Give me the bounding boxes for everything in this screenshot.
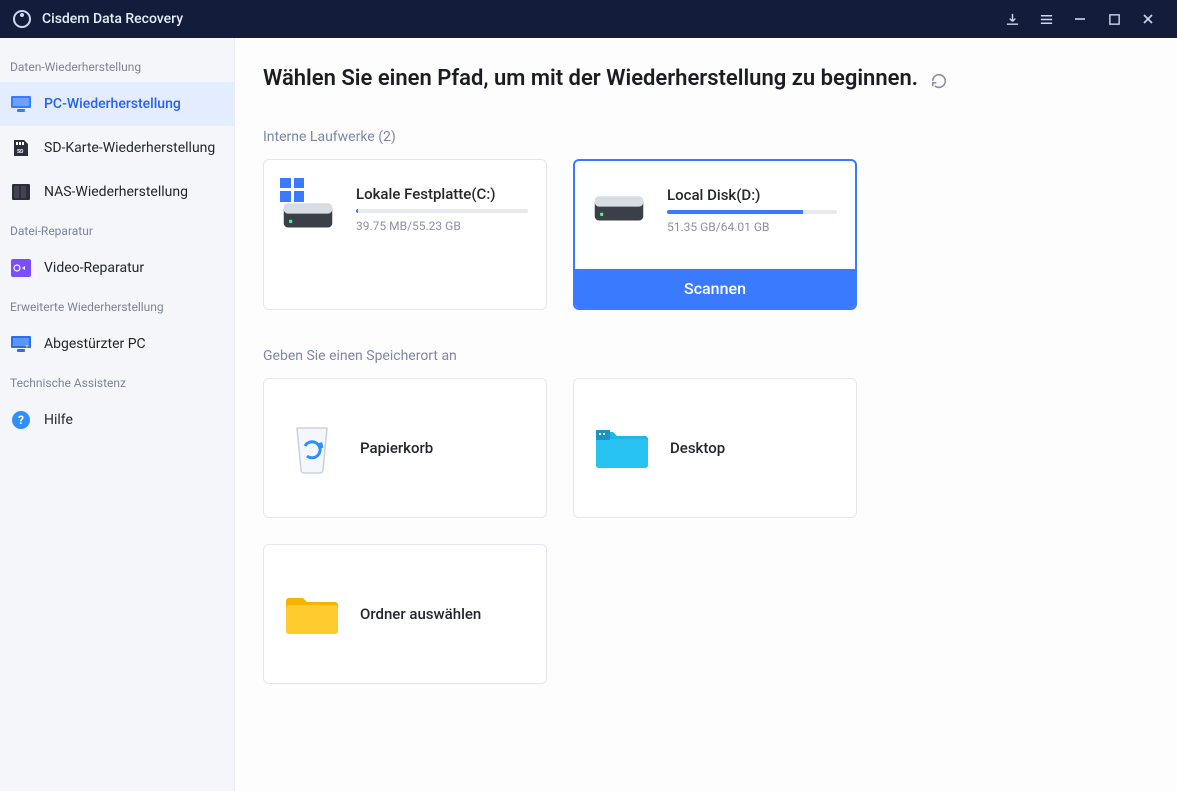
drive-icon (282, 182, 338, 237)
drive-card-c[interactable]: Lokale Festplatte(C:) 39.75 MB/55.23 GB (263, 159, 547, 310)
drive-usage-bar (667, 210, 837, 214)
drive-size-text: 39.75 MB/55.23 GB (356, 219, 528, 233)
maximize-button[interactable] (1097, 0, 1131, 38)
location-label: Ordner auswählen (360, 605, 481, 623)
folder-icon (284, 586, 340, 642)
refresh-icon[interactable] (930, 72, 948, 90)
video-repair-icon (10, 258, 32, 278)
drives-section-title: Interne Laufwerke (2) (263, 129, 1149, 145)
sidebar-item-nas-recovery[interactable]: NAS-Wiederherstellung (0, 170, 234, 214)
location-label: Desktop (670, 439, 725, 457)
menu-icon[interactable] (1029, 0, 1063, 38)
sidebar-item-help[interactable]: ? Hilfe (0, 398, 234, 442)
crashed-pc-icon (10, 334, 32, 354)
locations-section-title: Geben Sie einen Speicherort an (263, 348, 1149, 364)
recycle-bin-icon (284, 420, 340, 476)
minimize-button[interactable] (1063, 0, 1097, 38)
drive-card-d[interactable]: Local Disk(D:) 51.35 GB/64.01 GB Scannen (573, 159, 857, 310)
location-card-recycle-bin[interactable]: Papierkorb (263, 378, 547, 518)
sidebar-item-label: PC-Wiederherstellung (44, 96, 181, 112)
desktop-folder-icon (594, 420, 650, 476)
close-button[interactable] (1131, 0, 1165, 38)
sidebar-item-label: SD-Karte-Wiederherstellung (44, 140, 215, 156)
page-heading: Wählen Sie einen Pfad, um mit der Wieder… (263, 66, 918, 91)
app-logo-icon (12, 9, 32, 29)
sidebar-item-label: Video-Reparatur (44, 260, 144, 276)
svg-text:?: ? (18, 413, 24, 427)
sidebar-section-label: Datei-Reparatur (0, 214, 234, 246)
location-label: Papierkorb (360, 439, 433, 457)
location-card-choose-folder[interactable]: Ordner auswählen (263, 544, 547, 684)
sidebar-section-label: Daten-Wiederherstellung (0, 50, 234, 82)
location-card-desktop[interactable]: Desktop (573, 378, 857, 518)
sidebar-item-pc-recovery[interactable]: PC-Wiederherstellung (0, 82, 234, 126)
sidebar-item-label: Hilfe (44, 412, 73, 428)
sidebar-section-label: Technische Assistenz (0, 366, 234, 398)
monitor-icon (10, 94, 32, 114)
drive-size-text: 51.35 GB/64.01 GB (667, 220, 837, 234)
app-title: Cisdem Data Recovery (42, 11, 183, 27)
nas-icon (10, 182, 32, 202)
scan-button[interactable]: Scannen (575, 269, 855, 308)
titlebar: Cisdem Data Recovery (0, 0, 1177, 38)
sidebar-item-sd-recovery[interactable]: SD SD-Karte-Wiederherstellung (0, 126, 234, 170)
sidebar-section-label: Erweiterte Wiederherstellung (0, 290, 234, 322)
help-icon: ? (10, 410, 32, 430)
svg-text:SD: SD (17, 149, 24, 155)
sidebar-item-label: NAS-Wiederherstellung (44, 184, 188, 200)
sidebar-item-crashed-pc[interactable]: Abgestürzter PC (0, 322, 234, 366)
windows-logo-icon (280, 178, 304, 202)
sidebar-item-video-repair[interactable]: Video-Reparatur (0, 246, 234, 290)
drive-name: Local Disk(D:) (667, 186, 837, 204)
drive-icon (593, 191, 649, 230)
main-content: Wählen Sie einen Pfad, um mit der Wieder… (235, 38, 1177, 791)
sd-card-icon: SD (10, 138, 32, 158)
drive-usage-bar (356, 209, 528, 213)
sidebar: Daten-Wiederherstellung PC-Wiederherstel… (0, 38, 235, 791)
download-icon[interactable] (995, 0, 1029, 38)
sidebar-item-label: Abgestürzter PC (44, 336, 146, 352)
drive-name: Lokale Festplatte(C:) (356, 185, 528, 203)
